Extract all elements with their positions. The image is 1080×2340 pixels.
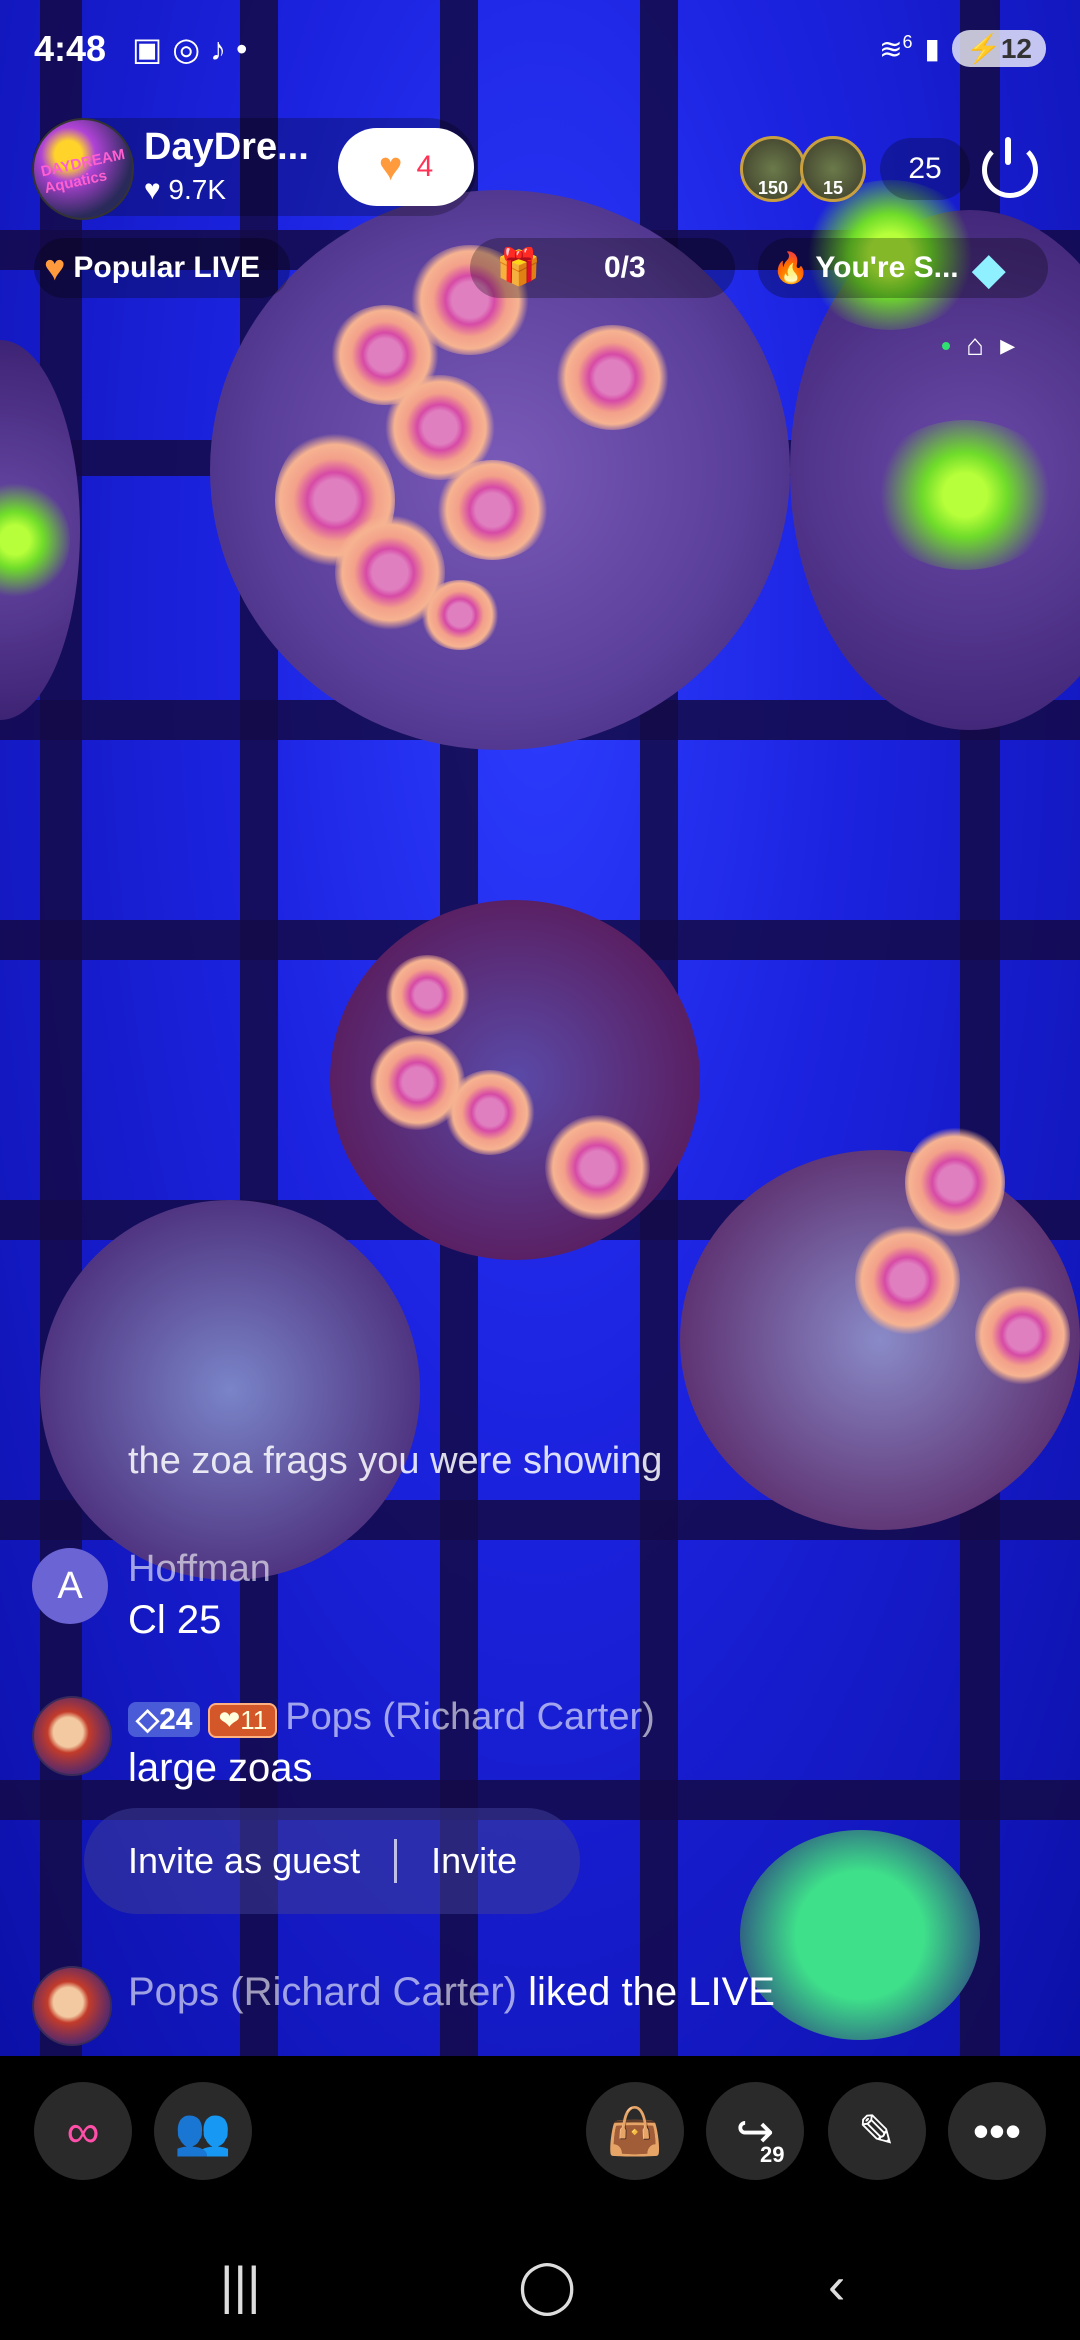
tiktok-icon: ♪ [210,31,237,67]
share-count: 29 [760,2142,785,2167]
diamond-icon: ◆ [972,244,1005,292]
chat-text: Cl 25 [128,1598,222,1642]
heart-icon: ♥ [378,144,403,189]
chat-username[interactable]: Pops (Richard Carter) [128,1970,517,2014]
gift-icon: 🎁 [496,246,541,287]
link-icon: ∞ [66,2105,100,2157]
host-likes: ♥ 9.7K [144,174,227,205]
clock: 4:48 [34,28,107,69]
top-viewers[interactable]: 150 15 25 [740,136,970,202]
viewer-avatar[interactable]: 15 [800,136,866,202]
more-button[interactable]: ••• [948,2082,1046,2180]
ranking-pill[interactable]: 🔥 You're S... ◆ [758,238,1048,298]
popular-live-pill[interactable]: ♥ Popular LIVE [34,238,290,298]
fan-club-badge: ❤11 [208,1703,278,1738]
host-avatar[interactable]: DAYDREAM Aquatics [32,118,134,220]
shopping-bag-icon: 👜 [606,2104,664,2157]
home-button-icon[interactable]: ◯ [518,2256,576,2316]
invite-button[interactable]: Invite [431,1840,517,1882]
gem-level-badge: ◇24 [128,1702,201,1737]
follow-count: 4 [416,150,434,183]
notification-icons: ▣◎♪• [132,30,257,68]
user-avatar[interactable]: A [32,1548,108,1624]
guests-button[interactable]: 👥 [154,2082,252,2180]
instagram-icon: ◎ [172,31,211,67]
home-icon[interactable]: ⌂ [966,329,984,363]
magic-wand-icon: ✎ [857,2105,897,2157]
more-dots-icon: ••• [972,2105,1022,2157]
invite-as-guest-button[interactable]: Invite as guest [128,1840,360,1882]
back-icon[interactable]: ‹ [828,2256,845,2316]
chat-username-line[interactable]: ◇24 ❤11 Pops (Richard Carter) [128,1696,655,1739]
live-dot-icon [942,341,950,350]
chat-username[interactable]: Pops (Richard Carter) [285,1696,655,1738]
follow-button[interactable]: ♥ 4 [338,128,474,206]
system-nav-bar: ||| ◯ ‹ [0,2226,1080,2340]
viewer-avatar[interactable]: 150 [740,136,806,202]
viewer-count[interactable]: 25 [880,138,970,200]
chat-text: large zoas [128,1746,313,1790]
shop-button[interactable]: 👜 [586,2082,684,2180]
play-icon[interactable]: ▸ [1000,328,1015,363]
share-button[interactable]: ↪ 29 [706,2082,804,2180]
gift-goal-pill[interactable]: 🎁 0/3 [470,238,735,298]
user-avatar[interactable] [32,1696,112,1776]
like-action-text: liked the LIVE [528,1970,775,2014]
wifi-icon: ≋6 [879,31,913,65]
heart-icon: ♥ [144,174,161,205]
chat-message-faded: the zoa frags you were showing [128,1440,663,1482]
live-controls[interactable]: ⌂ ▸ [942,328,1015,363]
people-icon: 👥 [174,2104,232,2157]
host-name[interactable]: DayDre... [144,126,309,169]
divider [394,1839,398,1883]
screenshot-icon: ▣ [132,31,173,67]
power-icon[interactable] [982,137,1038,198]
chat-username[interactable]: Hoffman [128,1548,271,1591]
battery-indicator: ⚡12 [951,30,1046,67]
heart-icon: ♥ [44,247,66,288]
invite-popup: Invite as guest Invite [84,1808,580,1914]
multi-guest-button[interactable]: ∞ [34,2082,132,2180]
fire-icon: 🔥 [772,251,810,285]
bottom-action-bar: ∞ 👥 👜 ↪ 29 ✎ ••• [0,2056,1080,2226]
user-avatar[interactable] [32,1966,112,2046]
effects-button[interactable]: ✎ [828,2082,926,2180]
signal-icon: ▮ [924,33,940,64]
recent-apps-icon[interactable]: ||| [220,2256,261,2316]
dot-icon: • [236,31,258,67]
status-bar: 4:48 ▣◎♪• ≋6 ▮ ⚡12 [0,0,1080,100]
